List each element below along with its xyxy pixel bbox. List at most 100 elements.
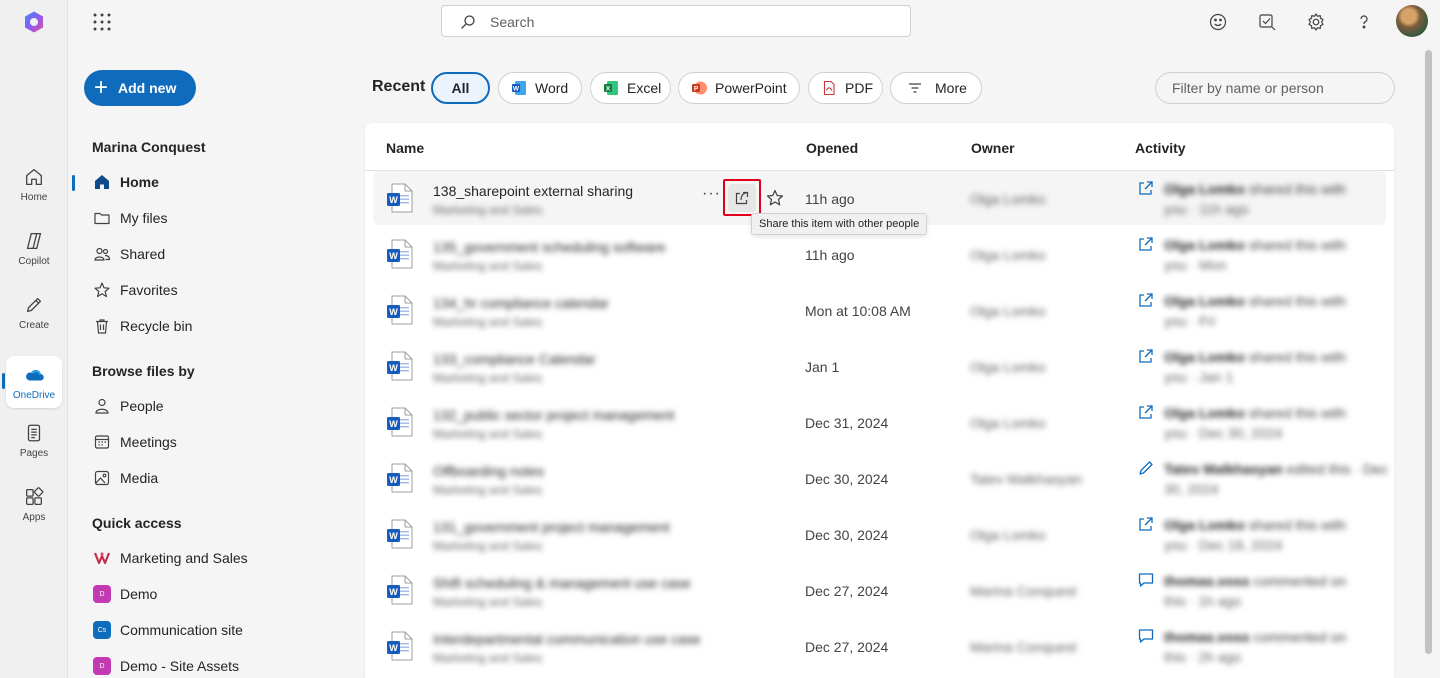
file-name[interactable]: 138_sharepoint external sharing — [433, 183, 633, 199]
file-location: Marketing and Sales — [433, 259, 543, 273]
file-name[interactable]: Shift scheduling & management use case — [433, 575, 691, 591]
table-row[interactable]: W 135_government scheduling software Marke… — [373, 227, 1386, 281]
rail-onedrive[interactable]: OneDrive — [6, 356, 62, 408]
column-header-owner[interactable]: Owner — [971, 140, 1015, 156]
avatar[interactable] — [1396, 5, 1428, 37]
quick-item-label: Communication site — [120, 622, 243, 638]
file-name[interactable]: 133_compliance Calendar — [433, 351, 596, 367]
share-button-highlight — [723, 179, 761, 216]
filter-pdf[interactable]: PDF — [808, 72, 883, 104]
opened-time: Dec 30, 2024 — [805, 471, 889, 487]
share-icon — [1139, 349, 1153, 363]
column-header-opened[interactable]: Opened — [806, 140, 858, 156]
activity-when: you · 11h ago — [1164, 201, 1249, 217]
opened-time: Jan 1 — [805, 359, 840, 375]
file-name[interactable]: 131_government project management — [433, 519, 670, 535]
activity-when: you · Mon — [1164, 257, 1227, 273]
quick-item-demo[interactable]: D Demo — [92, 582, 157, 606]
home-icon — [26, 168, 42, 185]
nav-item-media[interactable]: Media — [92, 466, 158, 490]
feedback-button[interactable] — [1207, 11, 1229, 33]
file-name[interactable]: 135_government scheduling software — [433, 239, 666, 255]
site-badge: Cs — [93, 621, 111, 639]
opened-time: 11h ago — [805, 191, 855, 207]
rail-pages[interactable]: Pages — [6, 414, 62, 466]
activity-when: this · 2h ago — [1164, 649, 1242, 665]
nav-item-shared[interactable]: Shared — [92, 242, 165, 266]
app-rail: Home Copilot Create OneDrive Pages Apps — [0, 0, 68, 678]
activity-actor: thomas.voss — [1164, 573, 1250, 589]
search-icon — [461, 15, 475, 29]
favorite-star-icon[interactable] — [765, 188, 785, 208]
column-header-name[interactable]: Name — [386, 140, 424, 156]
nav-item-home[interactable]: Home — [92, 170, 159, 194]
nav-item-label: Home — [120, 174, 159, 190]
rail-apps[interactable]: Apps — [6, 478, 62, 530]
nav-item-favorites[interactable]: Favorites — [92, 278, 178, 302]
rail-copilot[interactable]: Copilot — [6, 222, 62, 274]
m365-logo-icon[interactable] — [22, 10, 46, 34]
quick-item-marketing-and-sales[interactable]: Marketing and Sales — [92, 546, 248, 570]
browse-heading: Browse files by — [92, 363, 195, 379]
filter-label: All — [451, 80, 470, 96]
nav-item-people[interactable]: People — [92, 394, 164, 418]
quick-item-communication-site[interactable]: Cs Communication site — [92, 618, 243, 642]
rail-home[interactable]: Home — [6, 158, 62, 210]
file-name[interactable]: Interdepartmental communication use case — [433, 631, 701, 647]
filter-word[interactable]: W Word — [498, 72, 582, 104]
table-row[interactable]: W 134_hr compliance calendar Marketing and… — [373, 283, 1386, 337]
search-input[interactable]: Search — [441, 5, 911, 37]
rail-create[interactable]: Create — [6, 286, 62, 338]
add-new-button[interactable]: + Add new — [84, 70, 196, 106]
more-options-button[interactable]: ··· — [702, 185, 721, 203]
owner-name: Tatev Malkhasyan — [970, 471, 1083, 487]
table-row[interactable]: W Shift scheduling & management use case M… — [373, 563, 1386, 617]
table-row[interactable]: W 131_government project management Market… — [373, 507, 1386, 561]
filter-all[interactable]: All — [431, 72, 490, 104]
file-name[interactable]: 132_public sector project management — [433, 407, 674, 423]
file-name[interactable]: Offboarding notes — [433, 463, 544, 479]
rail-label: Home — [20, 191, 48, 203]
comment-icon — [1138, 629, 1154, 643]
table-row[interactable]: W 133_compliance Calendar Marketing and Sa… — [373, 339, 1386, 393]
help-icon — [1360, 15, 1368, 29]
nav-item-my-files[interactable]: My files — [92, 206, 167, 230]
quick-item-demo-site-assets[interactable]: D Demo - Site Assets — [92, 654, 239, 678]
file-location: Marketing and Sales — [433, 651, 543, 665]
word-file-icon: W — [387, 239, 413, 269]
star-icon — [94, 282, 110, 298]
comment-icon — [1138, 573, 1154, 587]
activity-action: shared this with — [1244, 237, 1347, 253]
nav-item-label: Favorites — [120, 282, 178, 298]
app-launcher-icon[interactable] — [92, 12, 112, 32]
file-name[interactable]: 134_hr compliance calendar — [433, 295, 609, 311]
filter-powerpoint[interactable]: P PowerPoint — [678, 72, 800, 104]
column-header-activity[interactable]: Activity — [1135, 140, 1186, 156]
table-row[interactable]: W Interdepartmental communication use cas… — [373, 619, 1386, 673]
settings-button[interactable] — [1305, 11, 1327, 33]
word-file-icon: W — [387, 295, 413, 325]
scrollbar-thumb[interactable] — [1425, 50, 1432, 654]
pdf-icon — [823, 80, 835, 96]
nav-item-meetings[interactable]: Meetings — [92, 430, 177, 454]
folder-icon — [94, 212, 110, 225]
owner-name: Marina Conquest — [970, 583, 1077, 599]
table-row[interactable]: W 132_public sector project management Mar… — [373, 395, 1386, 449]
opened-time: 11h ago — [805, 247, 855, 263]
nav-item-label: Media — [120, 470, 159, 486]
table-row[interactable]: W Offboarding notes Marketing and Sales Dec… — [373, 451, 1388, 505]
marketing-site-icon — [93, 552, 111, 565]
help-button[interactable] — [1353, 11, 1375, 33]
pen-icon — [26, 297, 42, 312]
filter-more[interactable]: More — [890, 72, 982, 104]
scrollbar[interactable] — [1423, 46, 1435, 678]
filter-excel[interactable]: X Excel — [590, 72, 671, 104]
nav-item-recycle-bin[interactable]: Recycle bin — [92, 314, 192, 338]
opened-time: Dec 30, 2024 — [805, 527, 889, 543]
whats-new-button[interactable] — [1256, 11, 1278, 33]
filter-label: Excel — [627, 80, 662, 96]
activity-actor: thomas.voss — [1164, 629, 1250, 645]
filter-by-name-input[interactable]: Filter by name or person — [1155, 72, 1395, 104]
activity-action: shared this with — [1244, 405, 1347, 421]
svg-text:W: W — [513, 86, 520, 93]
